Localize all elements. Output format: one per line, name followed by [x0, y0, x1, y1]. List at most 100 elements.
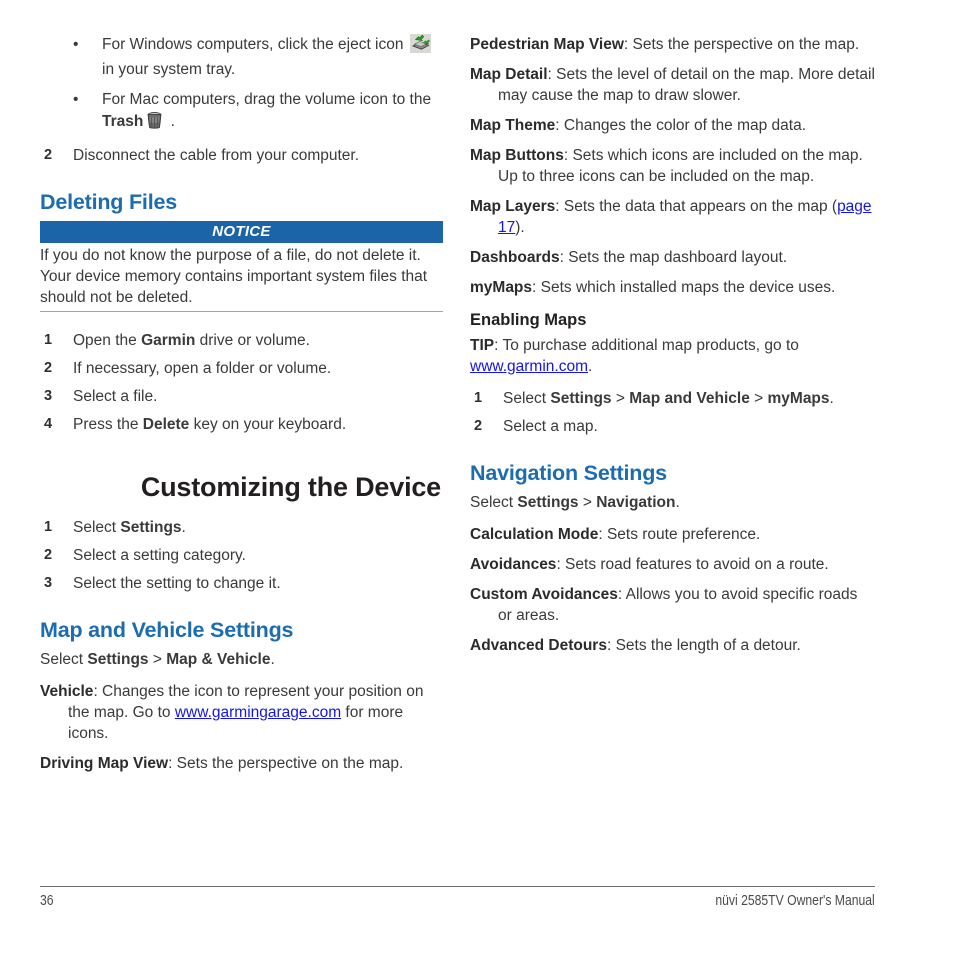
definition-avoidances: Avoidances: Sets road features to avoid … — [470, 554, 875, 575]
right-column: Pedestrian Map View: Sets the perspectiv… — [470, 34, 875, 665]
tip-purchase-maps: TIP: To purchase additional map products… — [470, 335, 875, 377]
step-text-pre: Select a map. — [503, 418, 598, 435]
definition-mymaps: myMaps: Sets which installed maps the de… — [470, 277, 875, 298]
list-item: 1 Select Settings. — [40, 517, 445, 538]
step-menu-map-and-vehicle: Map and Vehicle — [629, 390, 750, 407]
definition-dashboards: Dashboards: Sets the map dashboard layou… — [470, 247, 875, 268]
select-post: . — [675, 494, 680, 511]
definition-driving-map-view: Driving Map View: Sets the perspective o… — [40, 753, 445, 774]
eject-icon — [409, 34, 431, 59]
definition-desc: : Sets road features to avoid on a route… — [556, 556, 829, 573]
definition-desc-after-ref: ). — [515, 219, 525, 236]
subheading-enabling-maps: Enabling Maps — [470, 311, 587, 329]
definition-term: Vehicle — [40, 683, 94, 700]
list-item: 1 Select Settings > Map and Vehicle > my… — [470, 388, 875, 409]
customizing-step-list: 1 Select Settings. 2 Select a setting ca… — [40, 517, 445, 594]
definition-desc: : Sets route preference. — [598, 526, 761, 543]
section-heading-navigation-settings: Navigation Settings — [470, 461, 667, 485]
select-menu-navigation: Navigation — [596, 494, 676, 511]
bullet-text-before-icon: For Windows computers, click the eject i… — [102, 36, 408, 53]
section-heading-map-and-vehicle-settings: Map and Vehicle Settings — [40, 618, 294, 642]
step-text-pre: Select a file. — [73, 388, 158, 405]
notice-box: NOTICE If you do not know the purpose of… — [40, 221, 443, 312]
step-text-pre: Select — [503, 390, 551, 407]
left-column: • For Windows computers, click the eject… — [40, 34, 445, 783]
definition-term: Map Buttons — [470, 147, 564, 164]
notice-body-text: If you do not know the purpose of a file… — [40, 243, 443, 312]
definition-desc-before-ref: : Sets the data that appears on the map … — [555, 198, 838, 215]
definition-term: Custom Avoidances — [470, 586, 618, 603]
step-text-pre: If necessary, open a folder or volume. — [73, 360, 332, 377]
step-text-pre: Select the setting to change it. — [73, 575, 281, 592]
definition-desc: : Sets the level of detail on the map. M… — [498, 66, 875, 104]
definition-map-layers: Map Layers: Sets the data that appears o… — [470, 196, 875, 238]
step-number: 4 — [44, 416, 53, 432]
step-text-pre: Select a setting category. — [73, 547, 246, 564]
select-separator: > — [148, 651, 167, 668]
list-item: 1 Open the Garmin drive or volume. — [40, 330, 445, 351]
step-separator: > — [611, 390, 630, 407]
garmingarage-link[interactable]: www.garmingarage.com — [175, 704, 341, 721]
select-menu-settings: Settings — [87, 651, 149, 668]
step-text-bold: Settings — [120, 519, 182, 536]
list-item: 2 Select a map. — [470, 416, 875, 437]
step-number: 2 — [474, 418, 483, 434]
step-number: 2 — [44, 147, 53, 163]
definition-term: Dashboards — [470, 249, 560, 266]
trash-icon — [145, 110, 164, 136]
definition-desc: : Sets which installed maps the device u… — [532, 279, 836, 296]
definition-desc: : Sets the perspective on the map. — [168, 755, 404, 772]
step-text-bold: Delete — [142, 416, 190, 433]
step-text-bold: Garmin — [141, 332, 196, 349]
step-menu-mymaps: myMaps — [767, 390, 830, 407]
step-number: 2 — [44, 547, 53, 563]
tip-text-after-link: . — [588, 358, 593, 375]
step-number: 1 — [44, 332, 53, 348]
bullet-text-after-icon: . — [166, 113, 175, 130]
definition-term: Avoidances — [470, 556, 557, 573]
bullet-text-after-icon: in your system tray. — [102, 61, 236, 78]
list-item: 4 Press the Delete key on your keyboard. — [40, 414, 445, 435]
tip-label: TIP — [470, 337, 495, 354]
select-menu-map-vehicle: Map & Vehicle — [166, 651, 271, 668]
list-item: 2 Select a setting category. — [40, 545, 445, 566]
definition-term: Driving Map View — [40, 755, 169, 772]
navigation-select-path: Select Settings > Navigation. — [470, 492, 875, 513]
disconnect-step-list: 2 Disconnect the cable from your compute… — [40, 145, 445, 166]
step-separator-2: > — [749, 390, 768, 407]
chapter-heading-customizing-the-device: Customizing the Device — [140, 472, 441, 502]
definition-term: Map Layers — [470, 198, 556, 215]
bullet-marker: • — [73, 91, 79, 108]
step-text: Disconnect the cable from your computer. — [73, 147, 360, 164]
garmin-com-link[interactable]: www.garmin.com — [470, 358, 588, 375]
list-item: 3 Select a file. — [40, 386, 445, 407]
step-number: 1 — [474, 390, 483, 406]
definition-term: Advanced Detours — [470, 637, 607, 654]
eject-bullet-list: • For Windows computers, click the eject… — [40, 34, 445, 136]
definition-term: Pedestrian Map View — [470, 36, 624, 53]
step-number: 1 — [44, 519, 53, 535]
deleting-files-step-list: 1 Open the Garmin drive or volume. 2 If … — [40, 330, 445, 435]
step-text-post: key on your keyboard. — [189, 416, 347, 433]
section-heading-deleting-files: Deleting Files — [40, 190, 177, 214]
page-number: 36 — [40, 893, 54, 909]
two-column-body: • For Windows computers, click the eject… — [40, 34, 915, 864]
list-item: 2 If necessary, open a folder or volume. — [40, 358, 445, 379]
definition-vehicle: Vehicle: Changes the icon to represent y… — [40, 681, 445, 744]
tip-text-before-link: : To purchase additional map products, g… — [494, 337, 799, 354]
manual-page: • For Windows computers, click the eject… — [0, 0, 954, 954]
list-item: 2 Disconnect the cable from your compute… — [40, 145, 445, 166]
select-pre: Select — [470, 494, 518, 511]
step-menu-settings: Settings — [550, 390, 612, 407]
definition-map-buttons: Map Buttons: Sets which icons are includ… — [470, 145, 875, 187]
list-item: 3 Select the setting to change it. — [40, 573, 445, 594]
trash-label: Trash — [102, 113, 144, 130]
manual-title: nüvi 2585TV Owner's Manual — [715, 893, 875, 909]
step-text-pre: Press the — [73, 416, 143, 433]
select-post: . — [270, 651, 275, 668]
